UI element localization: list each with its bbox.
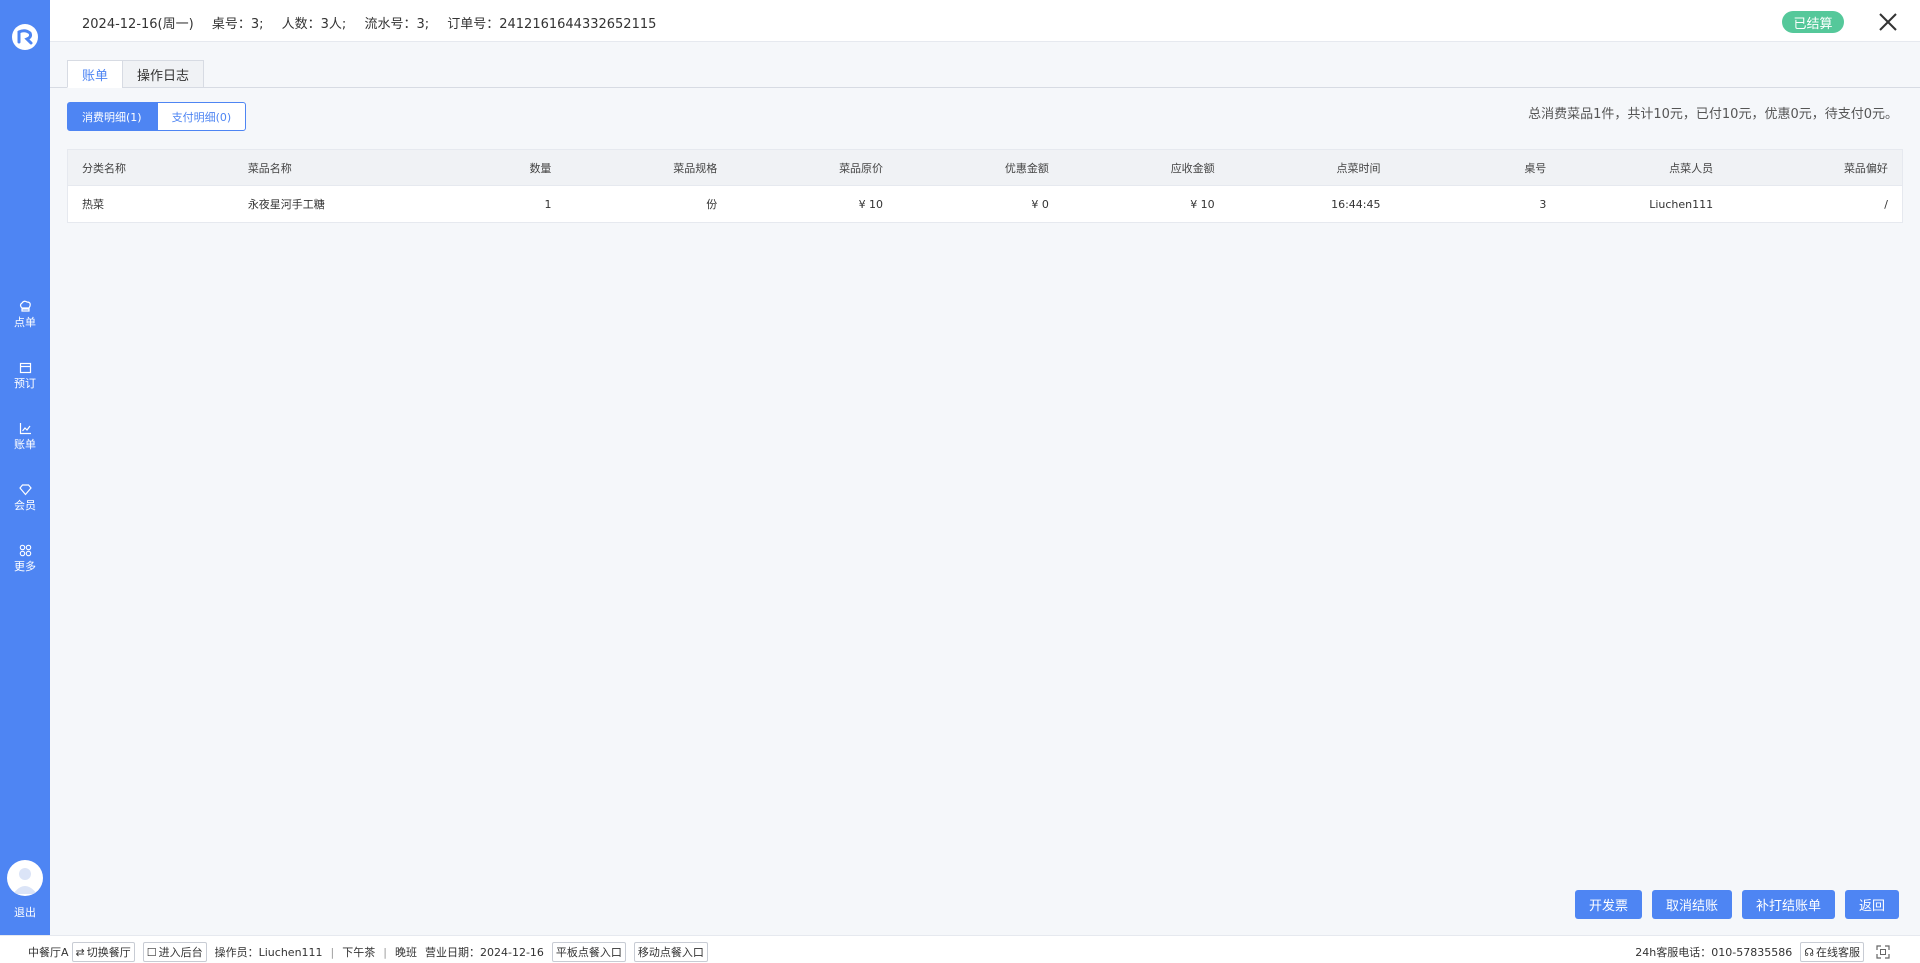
table-cell: ¥ 10 — [1190, 197, 1215, 211]
table-cell: ¥ 10 — [858, 197, 884, 211]
table-cell: 永夜星河手工糖 — [247, 198, 325, 211]
chef-hat-icon — [18, 300, 32, 314]
detail-toggle: 消费明细(1) 支付明细(0) — [67, 102, 247, 131]
calendar-icon — [18, 361, 32, 375]
sidebar-item-reserve[interactable]: 预订 — [0, 355, 50, 395]
column-header: 应收金额 — [1170, 161, 1215, 175]
mobile-entry-button[interactable]: 移动点餐入口 — [633, 942, 708, 962]
hall-name: 中餐厅A — [28, 946, 69, 959]
headset-icon: ☊ — [1804, 945, 1814, 959]
shift-name: 晚班 — [394, 946, 417, 959]
sidebar-item-label: 预订 — [14, 376, 36, 390]
column-header: 点菜人员 — [1669, 161, 1714, 175]
order-number: 订单号：2412161644332652115 — [447, 17, 657, 32]
sidebar-item-label: 更多 — [14, 559, 36, 573]
guest-count: 人数：3人; — [281, 17, 347, 32]
column-header: 菜品偏好 — [1843, 161, 1888, 175]
payment-detail-button[interactable]: 支付明细(0) — [156, 102, 247, 131]
status-badge: 已结算 — [1782, 11, 1844, 33]
sidebar-item-label: 账单 — [14, 437, 36, 451]
sidebar-item-member[interactable]: 会员 — [0, 477, 50, 517]
business-date: 营业日期：2024-12-16 — [424, 946, 544, 959]
table-cell: / — [1884, 197, 1888, 211]
diamond-icon — [18, 483, 32, 497]
status-bar-right: 24h客服电话：010-57835586 ☊ 在线客服 — [1627, 942, 1890, 962]
chart-icon — [18, 422, 32, 436]
invoice-button[interactable]: 开发票 — [1574, 890, 1642, 919]
column-header: 菜品原价 — [839, 161, 884, 175]
logout-label: 退出 — [14, 906, 36, 919]
grid-icon — [18, 544, 32, 558]
switch-hall-button[interactable]: ⇄ 切换餐厅 — [71, 942, 135, 962]
service-hotline: 24h客服电话：010-57835586 — [1635, 946, 1793, 959]
cancel-checkout-button[interactable]: 取消结账 — [1651, 890, 1732, 919]
column-header: 数量 — [529, 161, 552, 175]
sidebar-item-bill[interactable]: 账单 — [0, 416, 50, 456]
fullscreen-icon[interactable] — [1876, 945, 1890, 959]
order-info: 2024-12-16(周一) 桌号：3; 人数：3人; 流水号：3; 订单号：2… — [82, 13, 670, 32]
tab-bar: 账单 操作日志 — [67, 60, 205, 88]
sidebar-item-more[interactable]: 更多 — [0, 538, 50, 578]
column-header: 分类名称 — [82, 161, 126, 175]
swap-icon: ⇄ — [75, 945, 85, 959]
tab-divider — [50, 87, 1920, 88]
switch-hall-label: 切换餐厅 — [86, 946, 131, 959]
serial-number: 流水号：3; — [364, 17, 430, 32]
divider: | — [383, 945, 387, 959]
enter-backend-label: 进入后台 — [158, 946, 203, 959]
column-header: 优惠金额 — [1004, 161, 1049, 175]
table-cell: 份 — [706, 198, 718, 211]
status-bar-left: 中餐厅A ⇄ 切换餐厅 ☐ 进入后台 操作员：Liuchen111 | 下午茶 … — [28, 942, 716, 962]
table-row[interactable]: 热菜 永夜星河手工糖 1 份 ¥ 10 ¥ 0 ¥ 10 16:44:45 3 … — [68, 186, 1902, 222]
window-icon: ☐ — [146, 945, 157, 959]
sidebar: 点单 预订 账单 会员 更多 退出 — [0, 0, 50, 935]
table-cell: ¥ 0 — [1031, 197, 1049, 211]
consumption-detail-button[interactable]: 消费明细(1) — [67, 102, 157, 131]
table-cell: 16:44:45 — [1331, 197, 1381, 211]
action-bar: 开发票 取消结账 补打结账单 返回 — [1565, 890, 1899, 919]
tab-bill[interactable]: 账单 — [67, 60, 124, 88]
order-date: 2024-12-16(周一) — [82, 17, 194, 32]
tablet-entry-button[interactable]: 平板点餐入口 — [551, 942, 626, 962]
table-header-row: 分类名称 菜品名称 数量 菜品规格 菜品原价 优惠金额 应收金额 点菜时间 桌号… — [68, 150, 1902, 186]
app-logo — [12, 24, 38, 50]
table-cell: 3 — [1539, 197, 1547, 211]
sidebar-item-order[interactable]: 点单 — [0, 294, 50, 334]
column-header: 菜品规格 — [673, 161, 718, 175]
online-service-label: 在线客服 — [1816, 946, 1860, 959]
operator-name: 操作员：Liuchen111 — [214, 946, 323, 959]
reprint-bill-button[interactable]: 补打结账单 — [1741, 890, 1835, 919]
sidebar-item-label: 会员 — [14, 498, 36, 512]
bill-summary: 总消费菜品1件，共计10元，已付10元，优惠0元，待支付0元。 — [1528, 107, 1898, 122]
status-bar: 中餐厅A ⇄ 切换餐厅 ☐ 进入后台 操作员：Liuchen111 | 下午茶 … — [0, 935, 1920, 963]
table-cell: 1 — [544, 197, 552, 211]
logout-button[interactable]: 退出 — [0, 860, 50, 920]
table-number: 桌号：3; — [211, 17, 264, 32]
sidebar-item-label: 点单 — [14, 315, 36, 329]
header: 2024-12-16(周一) 桌号：3; 人数：3人; 流水号：3; 订单号：2… — [50, 0, 1920, 42]
column-header: 点菜时间 — [1336, 161, 1381, 175]
shift-tea: 下午茶 — [342, 946, 376, 959]
back-button[interactable]: 返回 — [1844, 890, 1899, 919]
enter-backend-button[interactable]: ☐ 进入后台 — [142, 942, 207, 962]
consumption-table: 分类名称 菜品名称 数量 菜品规格 菜品原价 优惠金额 应收金额 点菜时间 桌号… — [67, 149, 1903, 223]
close-icon[interactable] — [1876, 10, 1900, 34]
online-service-button[interactable]: ☊ 在线客服 — [1800, 942, 1864, 962]
column-header: 桌号 — [1524, 161, 1547, 175]
avatar — [7, 860, 43, 896]
table-cell: 热菜 — [82, 198, 104, 211]
divider: | — [330, 945, 335, 959]
table-cell: Liuchen111 — [1649, 197, 1714, 211]
column-header: 菜品名称 — [247, 161, 292, 175]
tab-operation-log[interactable]: 操作日志 — [122, 60, 205, 88]
